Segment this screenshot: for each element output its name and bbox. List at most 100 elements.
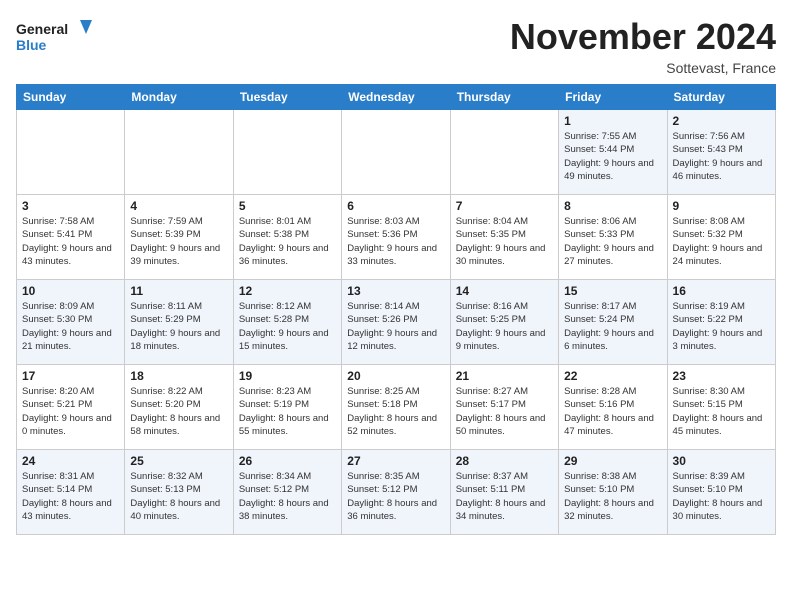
day-number: 8: [564, 199, 661, 213]
day-info: Sunrise: 7:55 AM Sunset: 5:44 PM Dayligh…: [564, 130, 661, 183]
day-info: Sunrise: 7:59 AM Sunset: 5:39 PM Dayligh…: [130, 215, 227, 268]
calendar-day-cell: 24Sunrise: 8:31 AM Sunset: 5:14 PM Dayli…: [17, 450, 125, 535]
day-number: 26: [239, 454, 336, 468]
day-info: Sunrise: 8:19 AM Sunset: 5:22 PM Dayligh…: [673, 300, 770, 353]
day-info: Sunrise: 8:25 AM Sunset: 5:18 PM Dayligh…: [347, 385, 444, 438]
day-info: Sunrise: 8:34 AM Sunset: 5:12 PM Dayligh…: [239, 470, 336, 523]
day-number: 2: [673, 114, 770, 128]
day-info: Sunrise: 8:23 AM Sunset: 5:19 PM Dayligh…: [239, 385, 336, 438]
calendar-day-header: Thursday: [450, 85, 558, 110]
day-number: 10: [22, 284, 119, 298]
day-info: Sunrise: 8:11 AM Sunset: 5:29 PM Dayligh…: [130, 300, 227, 353]
calendar-day-cell: 15 Sunrise: 8:17 AM Sunset: 5:24 PM Dayli…: [559, 280, 667, 365]
day-info: Sunrise: 8:27 AM Sunset: 5:17 PM Dayligh…: [456, 385, 553, 438]
day-info: Sunrise: 8:39 AM Sunset: 5:10 PM Dayligh…: [673, 470, 770, 523]
day-number: 6: [347, 199, 444, 213]
day-number: 5: [239, 199, 336, 213]
day-number: 15: [564, 284, 661, 298]
calendar-day-cell: 16 Sunrise: 8:19 AM Sunset: 5:22 PM Dayli…: [667, 280, 775, 365]
calendar-day-cell: 5 Sunrise: 8:01 AM Sunset: 5:38 PM Daylig…: [233, 195, 341, 280]
calendar-day-cell: 23 Sunrise: 8:30 AM Sunset: 5:15 PM Dayli…: [667, 365, 775, 450]
calendar-day-cell: 28Sunrise: 8:37 AM Sunset: 5:11 PM Dayli…: [450, 450, 558, 535]
day-number: 28: [456, 454, 553, 468]
day-number: 25: [130, 454, 227, 468]
day-info: Sunrise: 7:56 AM Sunset: 5:43 PM Dayligh…: [673, 130, 770, 183]
calendar-day-cell: 11 Sunrise: 8:11 AM Sunset: 5:29 PM Dayli…: [125, 280, 233, 365]
calendar-day-cell: 12 Sunrise: 8:12 AM Sunset: 5:28 PM Dayli…: [233, 280, 341, 365]
title-block: November 2024 Sottevast, France: [510, 16, 776, 76]
day-number: 12: [239, 284, 336, 298]
calendar-day-header: Saturday: [667, 85, 775, 110]
calendar-day-header: Sunday: [17, 85, 125, 110]
day-number: 29: [564, 454, 661, 468]
calendar-header-row: SundayMondayTuesdayWednesdayThursdayFrid…: [17, 85, 776, 110]
day-number: 23: [673, 369, 770, 383]
calendar-day-cell: 20Sunrise: 8:25 AM Sunset: 5:18 PM Dayli…: [342, 365, 450, 450]
calendar-day-cell: 25Sunrise: 8:32 AM Sunset: 5:13 PM Dayli…: [125, 450, 233, 535]
calendar-day-cell: 17 Sunrise: 8:20 AM Sunset: 5:21 PM Dayli…: [17, 365, 125, 450]
day-info: Sunrise: 8:09 AM Sunset: 5:30 PM Dayligh…: [22, 300, 119, 353]
calendar-day-cell: 3Sunrise: 7:58 AM Sunset: 5:41 PM Daylig…: [17, 195, 125, 280]
day-info: Sunrise: 8:35 AM Sunset: 5:12 PM Dayligh…: [347, 470, 444, 523]
calendar-day-cell: [342, 110, 450, 195]
calendar-day-cell: 8Sunrise: 8:06 AM Sunset: 5:33 PM Daylig…: [559, 195, 667, 280]
svg-text:Blue: Blue: [16, 37, 47, 53]
calendar-week-row: 24Sunrise: 8:31 AM Sunset: 5:14 PM Dayli…: [17, 450, 776, 535]
calendar-week-row: 3Sunrise: 7:58 AM Sunset: 5:41 PM Daylig…: [17, 195, 776, 280]
calendar-day-cell: 13 Sunrise: 8:14 AM Sunset: 5:26 PM Dayli…: [342, 280, 450, 365]
day-number: 7: [456, 199, 553, 213]
calendar-day-cell: [17, 110, 125, 195]
calendar-day-cell: 18Sunrise: 8:22 AM Sunset: 5:20 PM Dayli…: [125, 365, 233, 450]
day-number: 30: [673, 454, 770, 468]
calendar-day-cell: 14 Sunrise: 8:16 AM Sunset: 5:25 PM Dayli…: [450, 280, 558, 365]
calendar-day-cell: 26 Sunrise: 8:34 AM Sunset: 5:12 PM Dayli…: [233, 450, 341, 535]
calendar-day-cell: 19 Sunrise: 8:23 AM Sunset: 5:19 PM Dayli…: [233, 365, 341, 450]
day-number: 16: [673, 284, 770, 298]
calendar-day-cell: 6Sunrise: 8:03 AM Sunset: 5:36 PM Daylig…: [342, 195, 450, 280]
day-info: Sunrise: 8:30 AM Sunset: 5:15 PM Dayligh…: [673, 385, 770, 438]
calendar-table: SundayMondayTuesdayWednesdayThursdayFrid…: [16, 84, 776, 535]
day-number: 3: [22, 199, 119, 213]
day-info: Sunrise: 8:01 AM Sunset: 5:38 PM Dayligh…: [239, 215, 336, 268]
day-number: 14: [456, 284, 553, 298]
day-number: 11: [130, 284, 227, 298]
day-number: 17: [22, 369, 119, 383]
calendar-day-cell: 1 Sunrise: 7:55 AM Sunset: 5:44 PM Daylig…: [559, 110, 667, 195]
calendar-day-header: Friday: [559, 85, 667, 110]
day-number: 19: [239, 369, 336, 383]
day-info: Sunrise: 8:20 AM Sunset: 5:21 PM Dayligh…: [22, 385, 119, 438]
calendar-day-cell: 10 Sunrise: 8:09 AM Sunset: 5:30 PM Dayli…: [17, 280, 125, 365]
day-info: Sunrise: 8:08 AM Sunset: 5:32 PM Dayligh…: [673, 215, 770, 268]
day-number: 22: [564, 369, 661, 383]
day-info: Sunrise: 8:31 AM Sunset: 5:14 PM Dayligh…: [22, 470, 119, 523]
day-number: 21: [456, 369, 553, 383]
calendar-day-cell: 29 Sunrise: 8:38 AM Sunset: 5:10 PM Dayli…: [559, 450, 667, 535]
calendar-day-cell: 7 Sunrise: 8:04 AM Sunset: 5:35 PM Daylig…: [450, 195, 558, 280]
logo: General Blue: [16, 16, 96, 60]
page-header: General Blue November 2024 Sottevast, Fr…: [16, 16, 776, 76]
day-number: 4: [130, 199, 227, 213]
day-info: Sunrise: 8:17 AM Sunset: 5:24 PM Dayligh…: [564, 300, 661, 353]
calendar-week-row: 1 Sunrise: 7:55 AM Sunset: 5:44 PM Daylig…: [17, 110, 776, 195]
logo-svg: General Blue: [16, 16, 96, 60]
calendar-day-header: Tuesday: [233, 85, 341, 110]
month-title: November 2024: [510, 16, 776, 58]
day-info: Sunrise: 8:04 AM Sunset: 5:35 PM Dayligh…: [456, 215, 553, 268]
day-number: 13: [347, 284, 444, 298]
day-info: Sunrise: 8:38 AM Sunset: 5:10 PM Dayligh…: [564, 470, 661, 523]
day-number: 1: [564, 114, 661, 128]
calendar-day-cell: [125, 110, 233, 195]
day-info: Sunrise: 8:16 AM Sunset: 5:25 PM Dayligh…: [456, 300, 553, 353]
calendar-week-row: 17 Sunrise: 8:20 AM Sunset: 5:21 PM Dayli…: [17, 365, 776, 450]
calendar-day-cell: 21 Sunrise: 8:27 AM Sunset: 5:17 PM Dayli…: [450, 365, 558, 450]
calendar-day-header: Monday: [125, 85, 233, 110]
day-number: 9: [673, 199, 770, 213]
calendar-week-row: 10 Sunrise: 8:09 AM Sunset: 5:30 PM Dayli…: [17, 280, 776, 365]
day-info: Sunrise: 8:14 AM Sunset: 5:26 PM Dayligh…: [347, 300, 444, 353]
day-info: Sunrise: 8:28 AM Sunset: 5:16 PM Dayligh…: [564, 385, 661, 438]
calendar-day-cell: [450, 110, 558, 195]
calendar-day-cell: 22 Sunrise: 8:28 AM Sunset: 5:16 PM Dayli…: [559, 365, 667, 450]
day-info: Sunrise: 8:12 AM Sunset: 5:28 PM Dayligh…: [239, 300, 336, 353]
calendar-day-cell: 9 Sunrise: 8:08 AM Sunset: 5:32 PM Daylig…: [667, 195, 775, 280]
calendar-day-cell: [233, 110, 341, 195]
